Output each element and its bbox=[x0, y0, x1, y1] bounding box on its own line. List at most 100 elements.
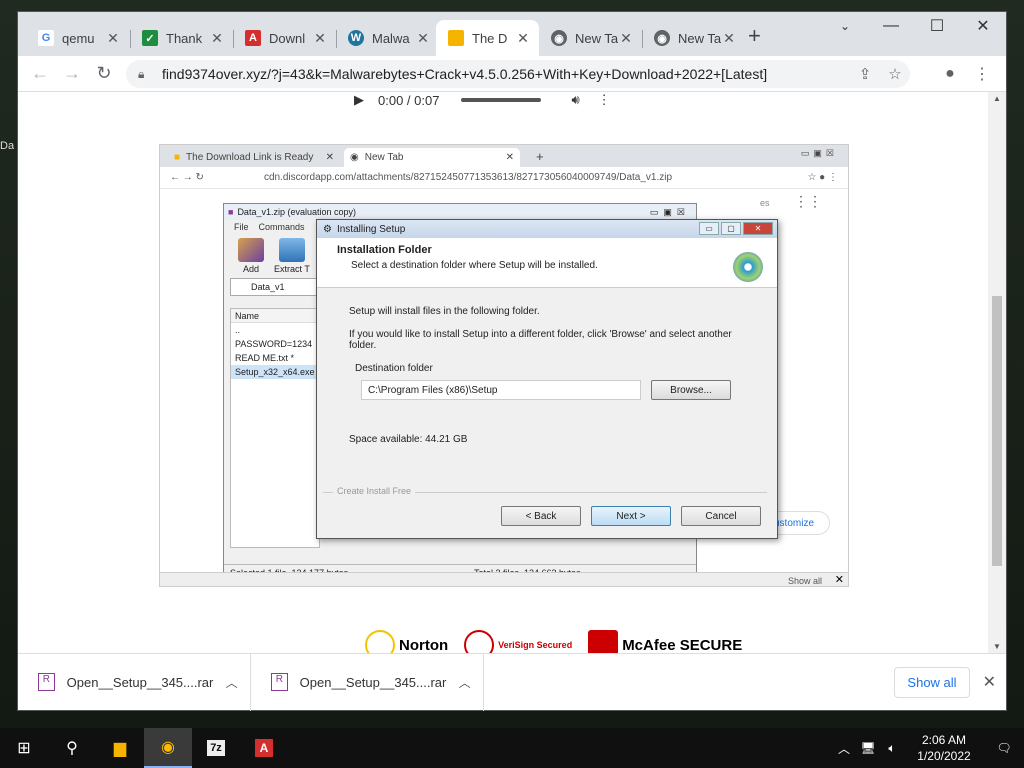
embedded-download-bar bbox=[160, 572, 848, 586]
cd-icon bbox=[733, 252, 763, 282]
winrar-extract-button: Extract T bbox=[274, 238, 310, 274]
embedded-show-all: Show all bbox=[787, 576, 822, 586]
lock-icon[interactable]: 🔒︎ bbox=[138, 67, 154, 82]
chrome-window: G qemu ✕ ✓ Thank ✕ A Downl ✕ W Malwa ✕ T… bbox=[18, 12, 1006, 711]
vertical-scrollbar[interactable]: ▲ ▼ bbox=[988, 92, 1006, 653]
tab-3[interactable]: W Malwa ✕ bbox=[336, 20, 439, 56]
rar-file-icon: R bbox=[38, 673, 55, 691]
close-window-button[interactable]: ✕ bbox=[960, 12, 1006, 40]
setup-dest-label: Destination folder bbox=[355, 363, 433, 374]
avira-taskbar-icon[interactable]: A bbox=[240, 728, 288, 768]
close-icon[interactable]: ✕ bbox=[105, 30, 121, 47]
chrome-taskbar-icon[interactable]: ◉ bbox=[144, 728, 192, 768]
folder-extract-icon bbox=[278, 238, 305, 262]
download-item[interactable]: R Open__Setup__345....rar ︿ bbox=[18, 653, 251, 711]
profile-icon[interactable]: ● bbox=[934, 65, 966, 83]
tab-6[interactable]: ◉ New Ta ✕ bbox=[642, 20, 745, 56]
norton-check-icon bbox=[365, 630, 395, 653]
winrar-menu-commands: Commands bbox=[258, 222, 305, 232]
url-text[interactable]: find9374over.xyz/?j=43&k=Malwarebytes+Cr… bbox=[162, 66, 850, 82]
close-icon: ✕ bbox=[505, 152, 514, 163]
close-icon[interactable]: ✕ bbox=[312, 30, 328, 47]
tab-4-active[interactable]: The D ✕ bbox=[436, 20, 539, 56]
address-bar[interactable]: 🔒︎ find9374over.xyz/?j=43&k=Malwarebytes… bbox=[126, 60, 910, 88]
back-icon[interactable]: ← bbox=[24, 63, 56, 84]
system-tray: ︿ 🖥︎ 🔈︎ 2:06 AM 1/20/2022 🗨︎ bbox=[832, 728, 1024, 768]
maximize-button[interactable]: ☐ bbox=[914, 12, 960, 40]
window-controls-icon: ▭▣☒ bbox=[800, 148, 838, 158]
page-viewport: ▶ 0:00 / 0:07 🔊︎ ⋮ ■ The Download Link i… bbox=[18, 92, 988, 653]
tab-title: New Ta bbox=[575, 30, 618, 46]
close-icon[interactable]: ✕ bbox=[515, 30, 531, 47]
check-icon: ✓ bbox=[142, 30, 158, 46]
chevron-up-icon[interactable]: ︿ bbox=[446, 674, 483, 691]
winrar-menu-file: File bbox=[234, 222, 249, 232]
close-icon[interactable]: ✕ bbox=[721, 30, 737, 47]
download-name[interactable]: Open__Setup__345....rar bbox=[67, 675, 214, 690]
folder-icon bbox=[448, 30, 464, 46]
windows-start-icon[interactable]: ⊞ bbox=[0, 728, 48, 768]
close-download-bar-icon[interactable]: ✕ bbox=[983, 672, 996, 692]
volume-icon[interactable]: 🔊︎ bbox=[571, 92, 579, 108]
search-icon[interactable]: ⚲ bbox=[48, 728, 96, 768]
menu-kebab-icon[interactable]: ⋮ bbox=[966, 64, 998, 84]
audio-menu-icon[interactable]: ⋮ bbox=[598, 92, 611, 108]
tab-title: qemu bbox=[62, 30, 95, 46]
list-item: .. bbox=[235, 325, 241, 335]
scrollbar-thumb[interactable] bbox=[992, 296, 1002, 566]
list-item: PASSWORD=1234 bbox=[235, 339, 313, 349]
tab-title: The D bbox=[472, 30, 508, 46]
mcafee-badge: McAfee SECURE bbox=[588, 630, 742, 653]
embedded-tab-active: ◉ New Tab ✕ bbox=[344, 148, 520, 167]
7zip-icon[interactable]: 7z bbox=[192, 728, 240, 768]
download-name[interactable]: Open__Setup__345....rar bbox=[300, 675, 447, 690]
toolbar: ← → ↻ 🔒︎ find9374over.xyz/?j=43&k=Malwar… bbox=[18, 56, 1006, 92]
plus-icon: + bbox=[536, 149, 544, 164]
verisign-badge: VeriSign Secured bbox=[464, 630, 572, 653]
security-badges: Norton VeriSign Secured McAfee SECURE bbox=[365, 630, 742, 653]
tab-0[interactable]: G qemu ✕ bbox=[26, 20, 129, 56]
volume-muted-icon[interactable]: 🔈︎ bbox=[880, 741, 904, 756]
chrome-icon: ◉ bbox=[350, 152, 359, 163]
audio-player[interactable]: ▶ 0:00 / 0:07 🔊︎ ⋮ bbox=[354, 92, 644, 118]
chevron-up-icon[interactable]: ︿ bbox=[832, 740, 856, 757]
embedded-tab-title: The Download Link is Ready bbox=[186, 152, 314, 163]
network-icon[interactable]: 🖥︎ bbox=[856, 741, 880, 755]
clock[interactable]: 2:06 AM 1/20/2022 bbox=[904, 732, 984, 764]
close-icon[interactable]: ✕ bbox=[415, 30, 431, 47]
new-tab-button[interactable]: + bbox=[748, 25, 761, 47]
reload-icon[interactable]: ↻ bbox=[88, 63, 120, 84]
audio-time: 0:00 / 0:07 bbox=[378, 92, 440, 108]
minimize-button[interactable]: — bbox=[868, 12, 914, 40]
tab-1[interactable]: ✓ Thank ✕ bbox=[130, 20, 233, 56]
embedded-tab: ■ The Download Link is Ready ✕ bbox=[168, 148, 340, 167]
file-explorer-icon[interactable]: ▆ bbox=[96, 728, 144, 768]
share-icon[interactable]: ⇪ bbox=[850, 65, 880, 83]
setup-app-icon: ⚙ bbox=[323, 223, 332, 235]
notification-icon[interactable]: 🗨︎ bbox=[984, 741, 1024, 755]
clock-date: 1/20/2022 bbox=[917, 749, 971, 763]
setup-footer-text: Create Install Free bbox=[333, 486, 416, 496]
tab-2[interactable]: A Downl ✕ bbox=[233, 20, 336, 56]
google-icon: G bbox=[38, 30, 54, 46]
wordpress-icon: W bbox=[348, 30, 364, 46]
tab-search-icon[interactable]: ⌄ bbox=[822, 12, 868, 40]
download-item[interactable]: R Open__Setup__345....rar ︿ bbox=[251, 653, 484, 711]
embedded-screenshot-image: ■ The Download Link is Ready ✕ ◉ New Tab… bbox=[159, 144, 849, 587]
close-icon[interactable]: ✕ bbox=[209, 30, 225, 47]
tab-5[interactable]: ◉ New Ta ✕ bbox=[539, 20, 642, 56]
bookmark-star-icon[interactable]: ☆ bbox=[880, 65, 910, 83]
winrar-add-button: Add bbox=[238, 238, 264, 274]
next-button: Next > bbox=[591, 506, 671, 526]
chevron-up-icon[interactable]: ︿ bbox=[213, 674, 250, 691]
play-icon[interactable]: ▶ bbox=[354, 92, 364, 108]
download-bar: R Open__Setup__345....rar ︿ R Open__Setu… bbox=[18, 653, 1006, 711]
list-item: READ ME.txt * bbox=[235, 353, 295, 363]
show-all-button[interactable]: Show all bbox=[894, 667, 970, 698]
list-item: Setup_x32_x64.exe bbox=[231, 365, 319, 379]
forward-icon[interactable]: → bbox=[56, 63, 88, 84]
setup-dialog: ⚙ Installing Setup ▭ ▢ ✕ Installation Fold… bbox=[316, 219, 778, 539]
chrome-icon: ◉ bbox=[654, 30, 670, 46]
audio-progress[interactable] bbox=[461, 98, 542, 102]
close-icon[interactable]: ✕ bbox=[618, 30, 634, 47]
